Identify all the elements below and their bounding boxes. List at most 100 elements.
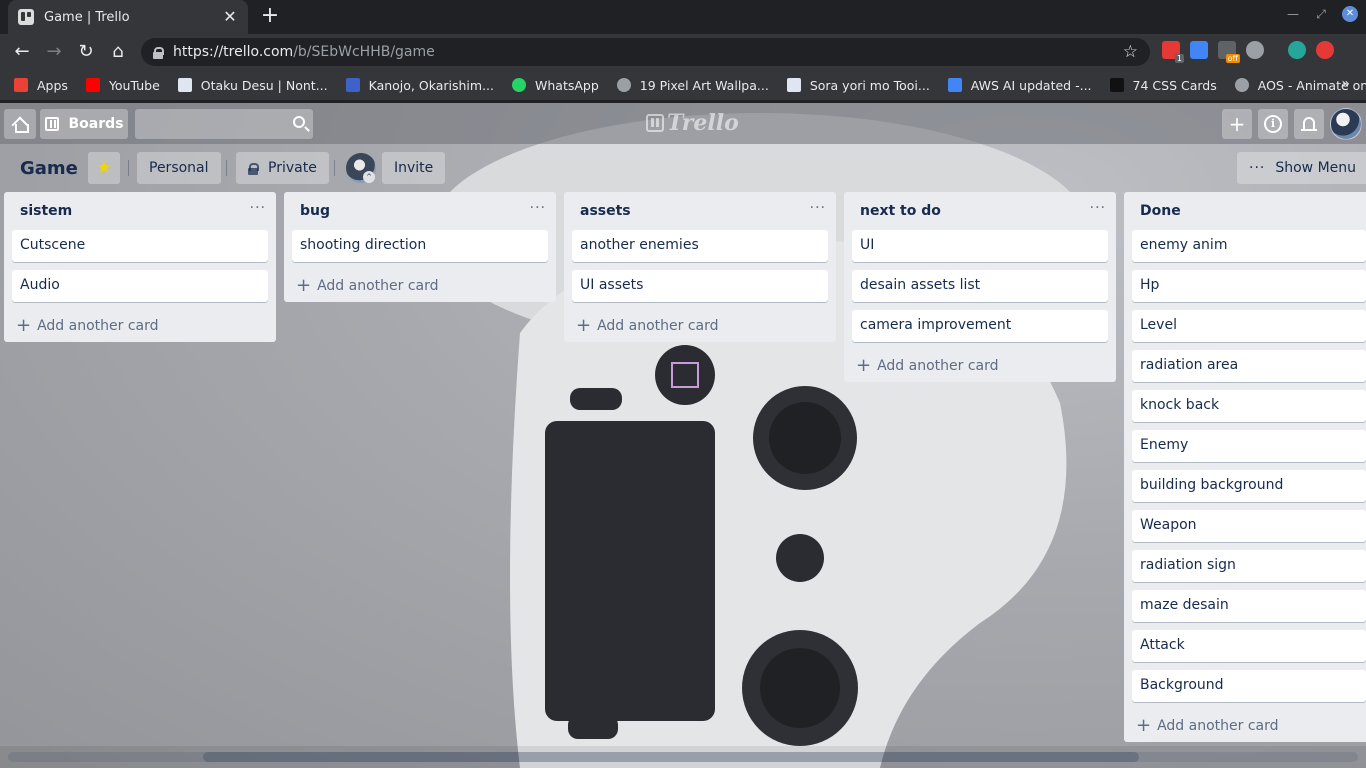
list-card[interactable]: Hp: [1132, 270, 1366, 302]
add-card-button[interactable]: + Add another card: [292, 270, 548, 302]
list-header[interactable]: next to do ···: [844, 192, 1116, 230]
browser-toolbar: ← → ↻ ⌂ https://trello.com /b/SEbWcHHB/g…: [0, 34, 1366, 70]
bookmark-item[interactable]: AWS AI updated -...: [947, 78, 1092, 93]
bookmark-item[interactable]: Otaku Desu | Nont...: [177, 78, 328, 93]
bookmark-page-icon: [786, 78, 801, 92]
tab-close-icon[interactable]: ✕: [222, 9, 238, 25]
list-card[interactable]: radiation sign: [1132, 550, 1366, 582]
user-avatar[interactable]: [1330, 108, 1362, 140]
window-close-icon[interactable]: ✕: [1342, 6, 1358, 22]
trello-search-input[interactable]: [135, 109, 313, 139]
list-card[interactable]: Weapon: [1132, 510, 1366, 542]
add-card-button[interactable]: + Add another card: [1132, 710, 1366, 742]
bookmark-page-icon: [345, 78, 360, 92]
browser-home-icon[interactable]: ⌂: [106, 40, 130, 64]
extension-shield-icon[interactable]: 1: [1162, 41, 1184, 63]
board-horizontal-scrollbar[interactable]: [0, 746, 1366, 768]
list-card[interactable]: desain assets list: [852, 270, 1108, 302]
show-menu-button[interactable]: ··· Show Menu: [1237, 152, 1366, 184]
private-lock-icon: [248, 162, 259, 175]
create-button[interactable]: +: [1222, 109, 1252, 139]
list-card[interactable]: Cutscene: [12, 230, 268, 262]
new-tab-button[interactable]: +: [258, 5, 282, 28]
bookmark-star-icon[interactable]: ☆: [1123, 42, 1138, 62]
list-card[interactable]: another enemies: [572, 230, 828, 262]
privacy-label: Private: [268, 160, 317, 176]
list-title[interactable]: sistem: [20, 203, 72, 219]
boards-button[interactable]: Boards: [40, 109, 128, 139]
list-card[interactable]: radiation area: [1132, 350, 1366, 382]
list-card[interactable]: shooting direction: [292, 230, 548, 262]
list-header[interactable]: Done: [1124, 192, 1366, 230]
profile-avatar-icon[interactable]: [1288, 41, 1306, 59]
list-menu-dots-icon[interactable]: ···: [1090, 200, 1106, 216]
list-card[interactable]: UI assets: [572, 270, 828, 302]
bookmark-item[interactable]: 19 Pixel Art Wallpa...: [616, 78, 769, 93]
download-extension-icon[interactable]: [1246, 41, 1264, 59]
list-next-to-do[interactable]: next to do ··· UI desain assets list camera …: [844, 192, 1116, 382]
address-bar[interactable]: https://trello.com /b/SEbWcHHB/game ☆: [141, 38, 1150, 66]
translate-extension-icon[interactable]: [1190, 41, 1208, 59]
list-title[interactable]: next to do: [860, 203, 941, 219]
browser-tab[interactable]: Game | Trello ✕: [8, 0, 248, 34]
list-title[interactable]: assets: [580, 203, 631, 219]
list-card[interactable]: camera improvement: [852, 310, 1108, 342]
bookmark-label: Sora yori mo Tooi...: [809, 77, 930, 93]
bookmark-item[interactable]: YouTube: [85, 78, 160, 93]
bookmark-item[interactable]: Kanojo, Okarishim...: [345, 78, 494, 93]
invite-button[interactable]: Invite: [382, 152, 446, 184]
list-header[interactable]: bug ···: [284, 192, 556, 230]
list-card[interactable]: Background: [1132, 670, 1366, 702]
restore-icon[interactable]: ⤢: [1314, 7, 1328, 22]
star-board-icon[interactable]: ★: [88, 152, 120, 184]
list-card[interactable]: Level: [1132, 310, 1366, 342]
list-card[interactable]: knock back: [1132, 390, 1366, 422]
bookmark-item[interactable]: Apps: [14, 78, 68, 93]
list-menu-dots-icon[interactable]: ···: [810, 200, 826, 216]
bookmarks-more-icon[interactable]: »: [1341, 76, 1350, 92]
list-card[interactable]: maze desain: [1132, 590, 1366, 622]
notifications-button[interactable]: [1294, 109, 1324, 139]
list-bug[interactable]: bug ··· shooting direction + Add another car…: [284, 192, 556, 302]
list-card[interactable]: Audio: [12, 270, 268, 302]
trello-logo[interactable]: Trello: [646, 110, 739, 136]
list-card[interactable]: UI: [852, 230, 1108, 262]
trello-header: Boards Trello + i: [0, 103, 1366, 144]
list-menu-dots-icon[interactable]: ···: [250, 200, 266, 216]
add-card-button[interactable]: + Add another card: [852, 350, 1108, 382]
reload-icon[interactable]: ↻: [74, 40, 98, 64]
add-card-label: Add another card: [1157, 718, 1279, 734]
list-card[interactable]: Enemy: [1132, 430, 1366, 462]
team-visibility-button[interactable]: Personal: [137, 152, 221, 184]
trello-home-button[interactable]: [4, 109, 36, 139]
list-card[interactable]: enemy anim: [1132, 230, 1366, 262]
list-title[interactable]: Done: [1140, 203, 1181, 219]
list-done[interactable]: Done enemy anim Hp Level radiation area knock…: [1124, 192, 1366, 742]
forward-arrow-icon[interactable]: →: [42, 40, 66, 64]
board-title[interactable]: Game: [20, 158, 78, 179]
search-icon: [293, 116, 305, 128]
list-header[interactable]: sistem ···: [4, 192, 276, 230]
list-title[interactable]: bug: [300, 203, 330, 219]
extension-home-icon[interactable]: off: [1218, 41, 1240, 63]
back-arrow-icon[interactable]: ←: [10, 40, 34, 64]
bookmark-item[interactable]: Sora yori mo Tooi...: [786, 77, 930, 93]
apps-grid-icon: [14, 78, 28, 92]
minimize-icon[interactable]: —: [1286, 7, 1300, 21]
list-card[interactable]: building background: [1132, 470, 1366, 502]
list-card[interactable]: Attack: [1132, 630, 1366, 662]
list-header[interactable]: assets ···: [564, 192, 836, 230]
lock-icon: [153, 46, 164, 59]
bookmark-item[interactable]: 74 CSS Cards: [1109, 78, 1217, 93]
add-card-button[interactable]: + Add another card: [12, 310, 268, 342]
list-sistem[interactable]: sistem ··· Cutscene Audio + Add another card: [4, 192, 276, 342]
list-menu-dots-icon[interactable]: ···: [530, 200, 546, 216]
scrollbar-thumb[interactable]: [203, 752, 1139, 762]
update-arrow-icon[interactable]: [1316, 41, 1334, 59]
header-divider: [334, 160, 335, 176]
add-card-button[interactable]: + Add another card: [572, 310, 828, 342]
bookmark-item[interactable]: WhatsApp: [512, 78, 599, 93]
privacy-button[interactable]: Private: [236, 152, 329, 184]
list-assets[interactable]: assets ··· another enemies UI assets + Add an…: [564, 192, 836, 342]
info-button[interactable]: i: [1258, 109, 1288, 139]
